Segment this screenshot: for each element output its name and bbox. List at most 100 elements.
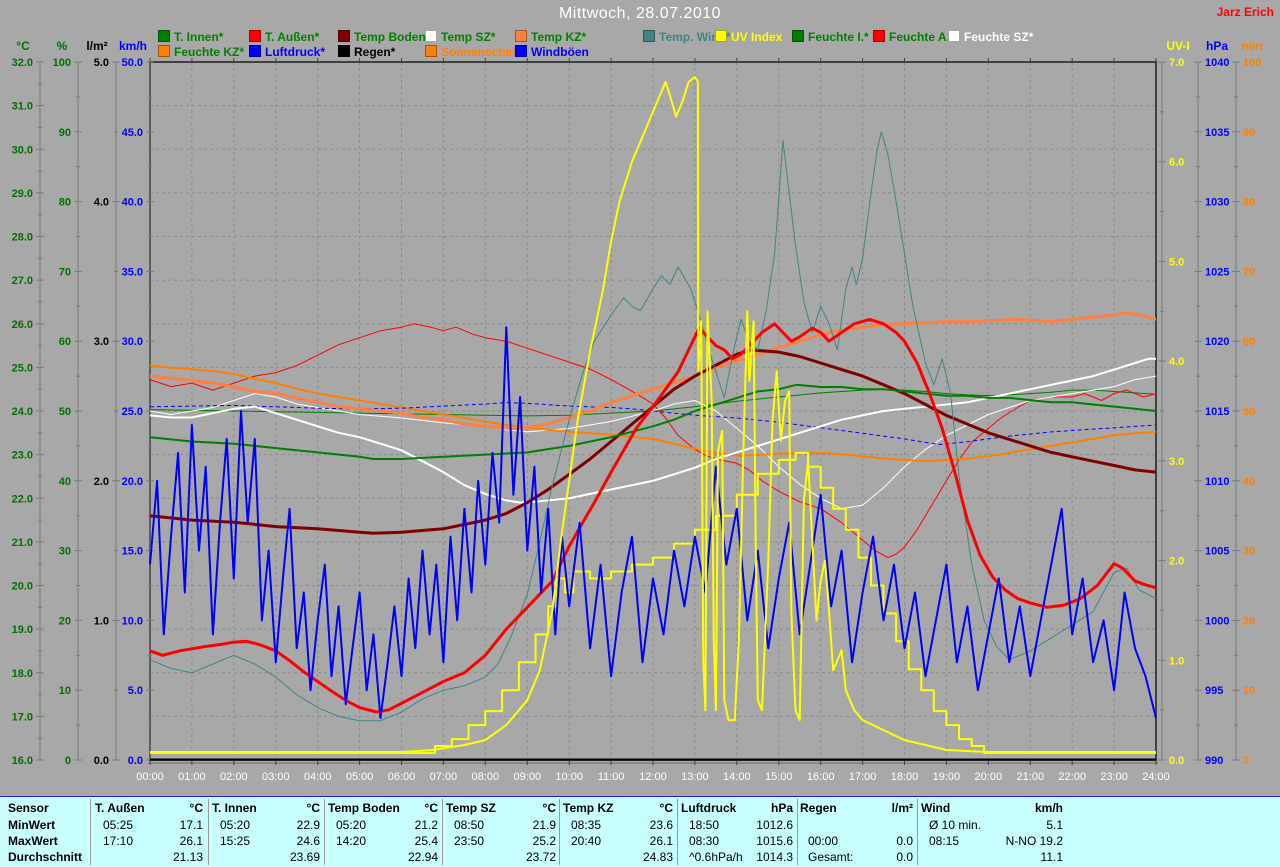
axis-tick-label: 45.0 xyxy=(122,127,143,139)
axis-tick-label: 0 xyxy=(65,755,71,767)
table-value: 26.1 xyxy=(95,834,203,848)
x-axis-label: 06:00 xyxy=(388,771,416,783)
axis-tick-label: 40 xyxy=(1243,476,1255,488)
table-value: 11.1 xyxy=(921,850,1063,864)
weather-chart: 32.031.030.029.028.027.026.025.024.023.0… xyxy=(0,0,1280,796)
row-label: MinWert xyxy=(8,818,55,832)
axis-tick-label: 60 xyxy=(1243,336,1255,348)
axis-title-uv: UV-I xyxy=(1166,39,1189,53)
x-axis-label: 10:00 xyxy=(555,771,583,783)
series-t-außen xyxy=(150,319,1156,712)
axis-tick-label: 25.0 xyxy=(122,406,143,418)
axis-tick-label: 15.0 xyxy=(122,546,143,558)
column-unit: °C xyxy=(563,801,673,815)
axis-tick-label: 2.0 xyxy=(1169,556,1184,568)
table-value: 22.9 xyxy=(212,818,320,832)
axis-tick-label: 60 xyxy=(59,336,71,348)
axis-tick-label: 20.0 xyxy=(12,581,33,593)
axis-tick-label: 1035 xyxy=(1205,127,1229,139)
axis-tick-label: 990 xyxy=(1205,755,1223,767)
table-value: 22.94 xyxy=(328,850,438,864)
axis-tick-label: 5.0 xyxy=(128,685,143,697)
axis-tick-label: 0.0 xyxy=(94,755,109,767)
axis-tick-label: 10 xyxy=(59,685,71,697)
axis-tick-label: 32.0 xyxy=(12,57,33,69)
axis-tick-label: 28.0 xyxy=(12,232,33,244)
column-unit: °C xyxy=(328,801,438,815)
axis-title-rain_lm2: l/m² xyxy=(86,39,107,53)
axis-tick-label: 1030 xyxy=(1205,197,1229,209)
axis-tick-label: 30.0 xyxy=(122,336,143,348)
axis-tick-label: 1005 xyxy=(1205,546,1229,558)
axis-tick-label: 3.0 xyxy=(94,336,109,348)
x-axis-label: 04:00 xyxy=(304,771,332,783)
axis-tick-label: 10 xyxy=(1243,685,1255,697)
axis-tick-label: 19.0 xyxy=(12,624,33,636)
column-unit: l/m² xyxy=(800,801,913,815)
axis-tick-label: 2.0 xyxy=(94,476,109,488)
axis-tick-label: 10.0 xyxy=(122,615,143,627)
axis-tick-label: 30.0 xyxy=(12,144,33,156)
x-axis-label: 22:00 xyxy=(1058,771,1086,783)
axis-tick-label: 5.0 xyxy=(1169,256,1184,268)
table-separator xyxy=(677,799,678,865)
axis-tick-label: 30 xyxy=(1243,546,1255,558)
x-axis-label: 03:00 xyxy=(262,771,290,783)
axis-tick-label: 50 xyxy=(1243,406,1255,418)
x-axis-label: 19:00 xyxy=(933,771,961,783)
table-value: 23.6 xyxy=(563,818,673,832)
x-axis-label: 02:00 xyxy=(220,771,248,783)
column-unit: km/h xyxy=(921,801,1063,815)
x-axis-label: 16:00 xyxy=(807,771,835,783)
axis-tick-label: 27.0 xyxy=(12,275,33,287)
axis-tick-label: 16.0 xyxy=(12,755,33,767)
axis-tick-label: 0 xyxy=(1243,755,1249,767)
axis-tick-label: 17.0 xyxy=(12,711,33,723)
x-axis-label: 21:00 xyxy=(1017,771,1045,783)
axis-tick-label: 30 xyxy=(59,546,71,558)
axis-tick-label: 7.0 xyxy=(1169,57,1184,69)
axis-tick-label: 1.0 xyxy=(1169,655,1184,667)
x-axis-label: 17:00 xyxy=(849,771,877,783)
table-value: 0.0 xyxy=(800,834,913,848)
axis-tick-label: 1020 xyxy=(1205,336,1229,348)
table-value: 5.1 xyxy=(921,818,1063,832)
axis-tick-label: 29.0 xyxy=(12,188,33,200)
x-axis-label: 20:00 xyxy=(975,771,1003,783)
table-value: 21.13 xyxy=(95,850,203,864)
axis-tick-label: 20 xyxy=(59,615,71,627)
x-axis-label: 24:00 xyxy=(1142,771,1170,783)
axis-tick-label: 50.0 xyxy=(122,57,143,69)
axis-tick-label: 20.0 xyxy=(122,476,143,488)
table-value: 0.0 xyxy=(800,850,913,864)
x-axis-label: 13:00 xyxy=(681,771,709,783)
axis-tick-label: 90 xyxy=(1243,127,1255,139)
axis-tick-label: 4.0 xyxy=(1169,356,1184,368)
table-value: 21.9 xyxy=(446,818,556,832)
axis-tick-label: 22.0 xyxy=(12,493,33,505)
table-separator xyxy=(442,799,443,865)
axis-tick-label: 3.0 xyxy=(1169,456,1184,468)
x-axis-label: 23:00 xyxy=(1100,771,1128,783)
axis-tick-label: 25.0 xyxy=(12,362,33,374)
axis-tick-label: 1000 xyxy=(1205,615,1229,627)
table-value: 1014.3 xyxy=(681,850,793,864)
axis-tick-label: 40.0 xyxy=(122,197,143,209)
table-value: 24.83 xyxy=(563,850,673,864)
axis-tick-label: 1.0 xyxy=(94,615,109,627)
x-axis-label: 01:00 xyxy=(178,771,206,783)
axis-tick-label: 100 xyxy=(53,57,71,69)
axis-tick-label: 35.0 xyxy=(122,266,143,278)
table-value: 1012.6 xyxy=(681,818,793,832)
weather-station-window: Mittwoch, 28.07.2010 Jarz Erich T. Innen… xyxy=(0,0,1280,867)
series-windböen xyxy=(150,327,1156,718)
table-separator xyxy=(324,799,325,865)
stats-table: SensorMinWertMaxWertDurchschnittT. Außen… xyxy=(0,796,1280,867)
axis-title-hpa: hPa xyxy=(1206,39,1228,53)
table-value: 1015.6 xyxy=(681,834,793,848)
row-label: MaxWert xyxy=(8,834,58,848)
table-value: 23.69 xyxy=(212,850,320,864)
axis-tick-label: 40 xyxy=(59,476,71,488)
axis-tick-label: 6.0 xyxy=(1169,157,1184,169)
axis-tick-label: 1025 xyxy=(1205,266,1229,278)
